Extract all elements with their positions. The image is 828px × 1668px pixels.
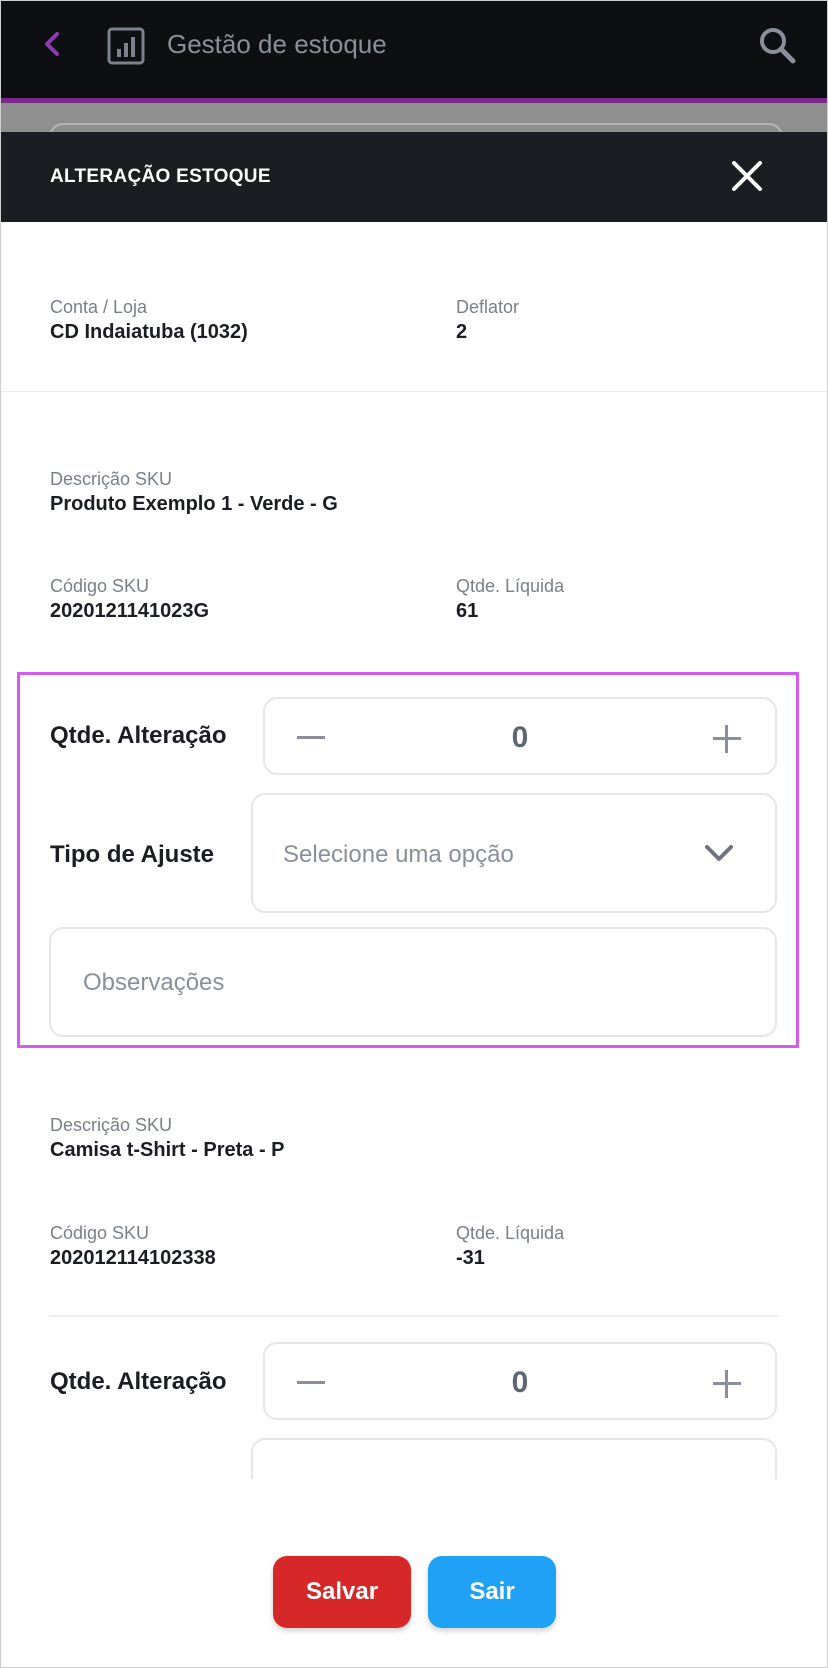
sku-description-label: Descrição SKU [50,469,173,489]
qty-change-value: 0 [511,721,529,754]
sku-description-label-2: Descrição SKU [50,1115,173,1135]
qty-change-stepper-2[interactable]: 0 [263,1342,777,1420]
back-arrow-icon[interactable] [39,29,65,59]
report-chart-icon [107,27,145,65]
app-frame: Gestão de estoque ALTERAÇÃO ESTOQUE Cont… [0,0,828,1668]
modal-title: ALTERAÇÃO ESTOQUE [50,166,271,187]
app-bar: Gestão de estoque [1,1,827,103]
exit-button[interactable]: Sair [428,1556,556,1628]
plus-icon[interactable] [713,1370,741,1398]
sku-description-value-2: Camisa t-Shirt - Preta - P [50,1139,285,1161]
adjust-type-select[interactable]: Selecione uma opção [251,793,777,913]
deflator-value: 2 [456,321,468,343]
chevron-down-icon [705,845,733,861]
item-divider [49,1315,779,1317]
account-value: CD Indaiatuba (1032) [50,321,248,343]
app-title: Gestão de estoque [167,29,387,59]
qty-change-stepper[interactable]: 0 [263,697,777,775]
net-qty-value-2: -31 [456,1247,485,1269]
footer-area [1,1479,827,1667]
notes-field[interactable]: Observações [49,927,777,1037]
qty-change-label-2: Qtde. Alteração [50,1368,227,1395]
qty-change-label: Qtde. Alteração [50,722,227,749]
notes-placeholder: Observações [83,969,225,996]
plus-icon[interactable] [713,725,741,753]
close-icon[interactable] [730,159,764,193]
sku-code-label-2: Código SKU [50,1223,150,1243]
sku-code-label: Código SKU [50,576,150,596]
sku-code-value-2: 202012114102338 [50,1247,216,1269]
adjust-type-label: Tipo de Ajuste [50,841,215,868]
overlay-backdrop [1,103,827,157]
save-button[interactable]: Salvar [273,1556,411,1628]
account-label: Conta / Loja [50,297,148,317]
sku-code-value: 2020121141023G [50,600,210,622]
sku-description-value: Produto Exemplo 1 - Verde - G [50,493,338,515]
qty-change-value-2: 0 [511,1366,529,1399]
search-icon[interactable] [757,25,797,65]
net-qty-label: Qtde. Líquida [456,576,565,596]
section-divider [1,391,827,392]
adjust-type-placeholder: Selecione uma opção [283,841,514,868]
net-qty-label-2: Qtde. Líquida [456,1223,565,1243]
net-qty-value: 61 [456,600,479,622]
modal-header: ALTERAÇÃO ESTOQUE [1,132,827,222]
deflator-label: Deflator [456,297,520,317]
